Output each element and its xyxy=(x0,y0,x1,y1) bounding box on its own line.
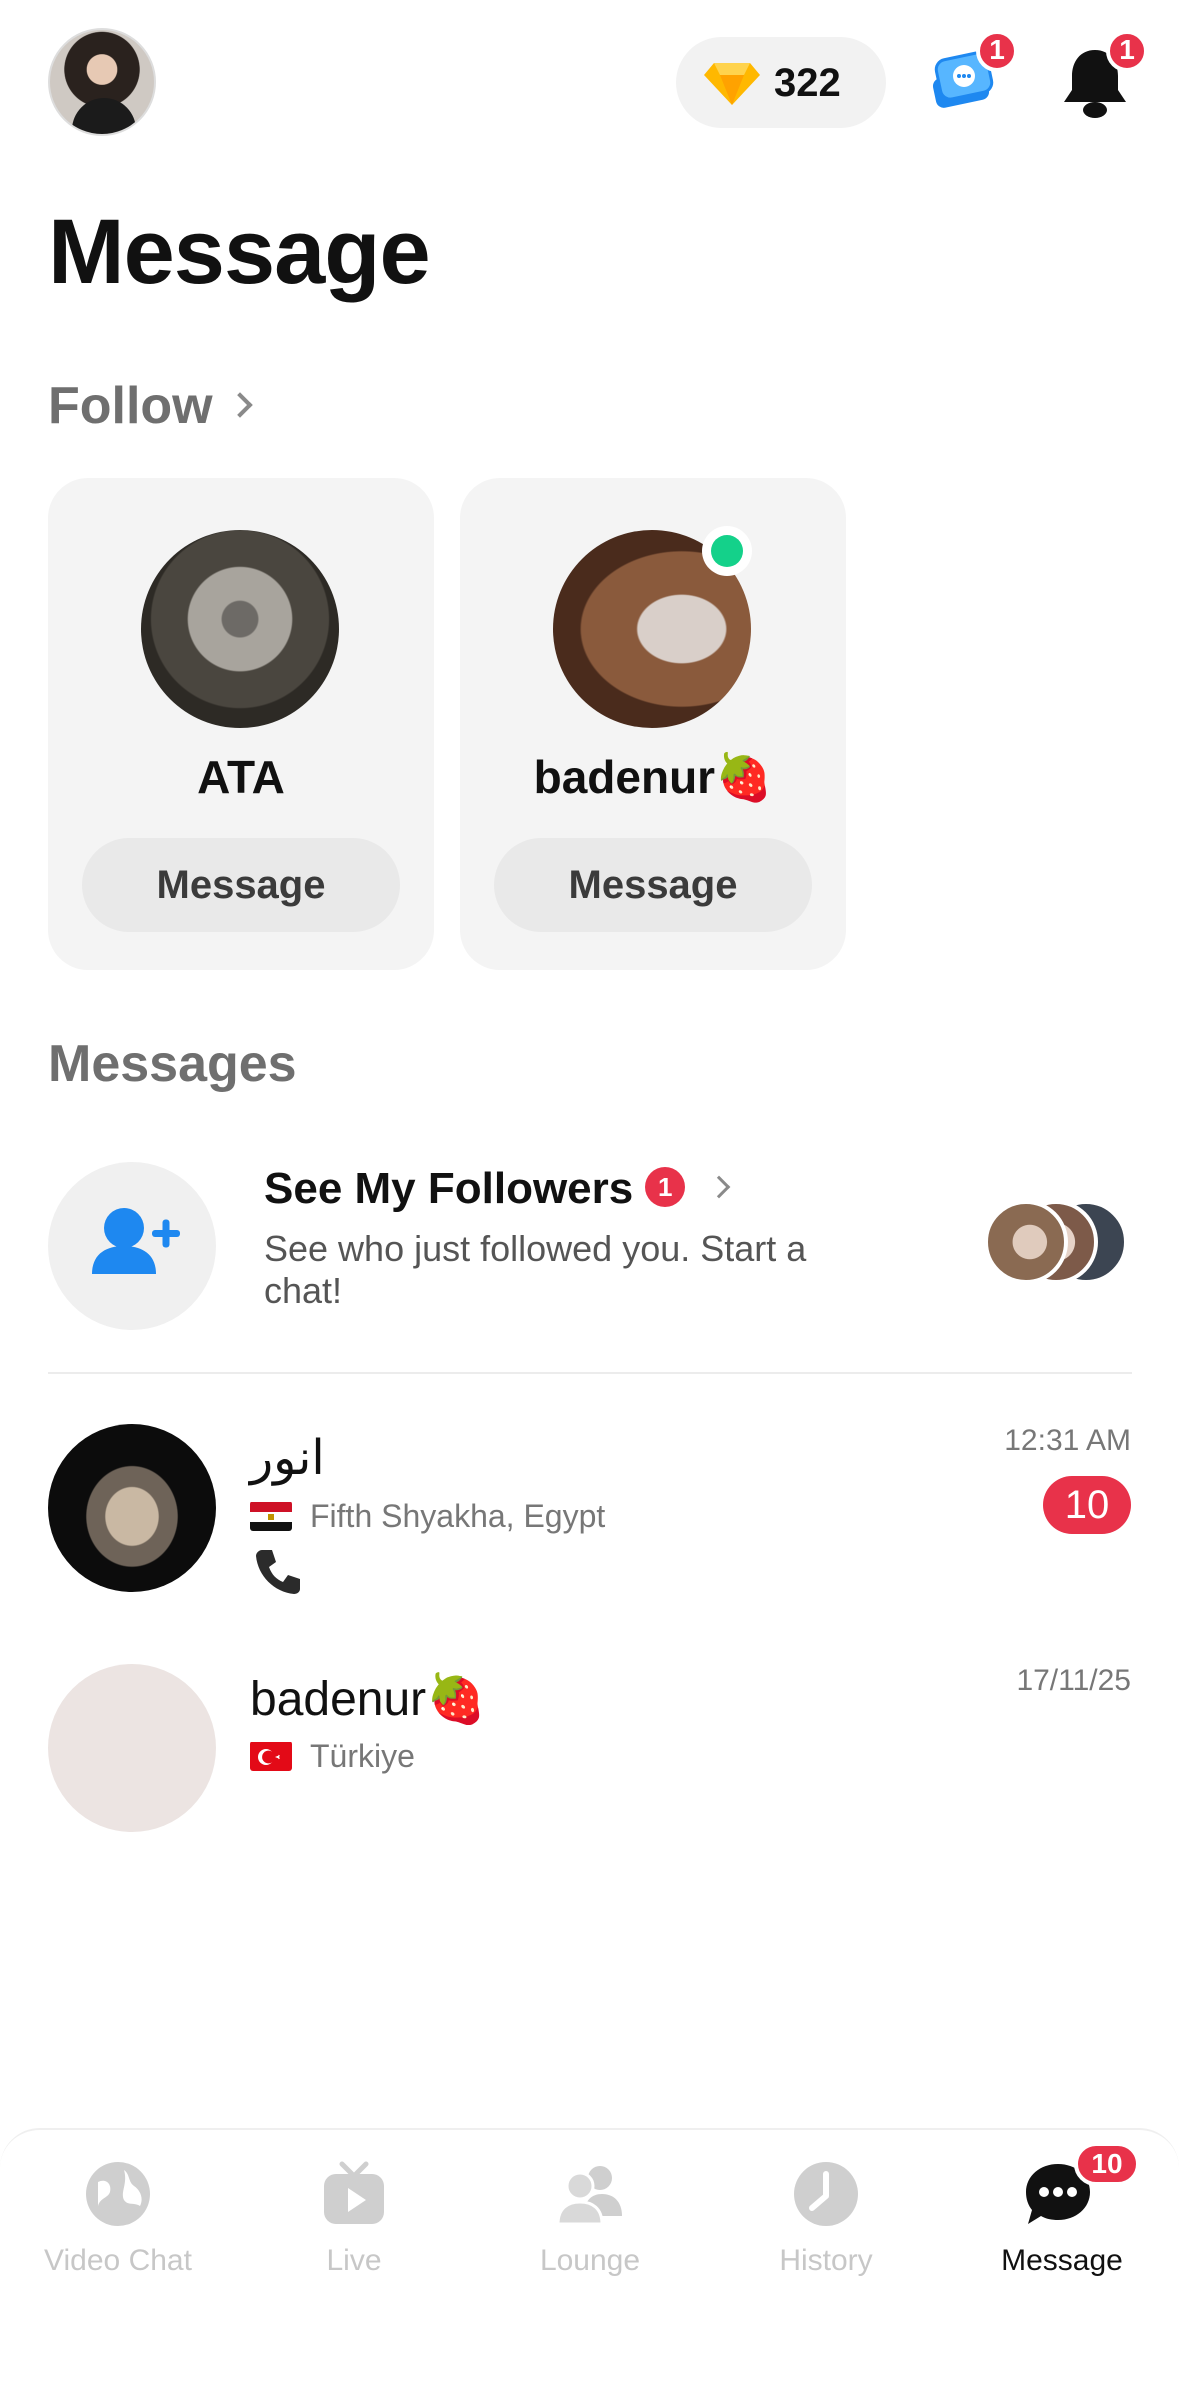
chat-requests-badge: 1 xyxy=(976,30,1018,72)
see-followers-title: See My Followers 1 xyxy=(264,1164,731,1214)
follow-heading-label: Follow xyxy=(48,377,213,435)
follow-card[interactable]: badenur🍓 Message xyxy=(460,478,846,970)
chat-avatar xyxy=(48,1664,216,1832)
message-button[interactable]: Message xyxy=(494,838,812,932)
chat-location: Fifth Shyakha, Egypt xyxy=(250,1496,605,1536)
tab-label: Message xyxy=(1001,2244,1123,2277)
follow-name: badenur🍓 xyxy=(533,751,773,803)
chat-name: انور xyxy=(250,1432,325,1485)
follow-name: ATA xyxy=(197,751,285,803)
chevron-right-icon xyxy=(707,1176,731,1199)
chat-time: 17/11/25 xyxy=(1016,1664,1131,1697)
chat-row[interactable]: badenur🍓 Türkiye 17/11/25 xyxy=(0,1664,1179,1864)
people-icon xyxy=(556,2166,622,2226)
notifications-button[interactable]: 1 xyxy=(1060,30,1148,120)
gem-balance-pill[interactable]: 322 xyxy=(676,37,886,128)
chat-avatar xyxy=(48,1424,216,1592)
tab-video-chat[interactable]: Video Chat xyxy=(0,2160,236,2300)
chat-requests-button[interactable]: 1 xyxy=(928,30,1018,114)
tab-label: History xyxy=(779,2244,873,2277)
unread-count-badge: 10 xyxy=(1043,1476,1131,1534)
followers-badge: 1 xyxy=(645,1167,686,1208)
gem-count: 322 xyxy=(774,61,841,105)
message-tab-badge: 10 xyxy=(1074,2142,1140,2186)
tab-live[interactable]: Live xyxy=(236,2160,472,2300)
chat-time: 12:31 AM xyxy=(1004,1424,1131,1457)
chat-location: Türkiye xyxy=(250,1736,415,1776)
tab-label: Lounge xyxy=(539,2244,641,2277)
page-title: Message xyxy=(48,201,431,303)
messages-heading: Messages xyxy=(48,1035,297,1093)
globe-icon xyxy=(86,2162,150,2226)
chat-location-text: Türkiye xyxy=(310,1738,415,1774)
tab-label: Live xyxy=(326,2244,382,2277)
divider xyxy=(48,1372,1132,1374)
turkey-flag-icon xyxy=(250,1741,292,1771)
see-followers-label: See My Followers xyxy=(264,1164,634,1213)
follow-avatar xyxy=(141,530,339,728)
see-followers-row[interactable]: See My Followers 1 See who just followed … xyxy=(0,1150,1179,1350)
follow-heading[interactable]: Follow xyxy=(48,376,253,436)
follower-avatar xyxy=(984,1200,1068,1284)
top-bar: 322 1 1 xyxy=(0,0,1179,170)
profile-avatar[interactable] xyxy=(48,28,156,136)
chat-name: badenur🍓 xyxy=(250,1673,486,1726)
tab-label: Video Chat xyxy=(44,2244,192,2277)
clock-icon xyxy=(794,2162,858,2226)
tab-message[interactable]: 10 Message xyxy=(944,2142,1179,2300)
chat-location-text: Fifth Shyakha, Egypt xyxy=(310,1498,606,1534)
tab-lounge[interactable]: Lounge xyxy=(472,2160,708,2300)
tab-history[interactable]: History xyxy=(708,2160,944,2300)
chat-row[interactable]: انور Fifth Shyakha, Egypt 12:31 AM 10 xyxy=(0,1424,1179,1624)
bottom-tab-bar: Video Chat Live Lounge History 10 Messag… xyxy=(0,2128,1179,2396)
egypt-flag-icon xyxy=(250,1501,292,1531)
message-button[interactable]: Message xyxy=(82,838,400,932)
chevron-right-icon xyxy=(226,392,253,418)
tv-icon xyxy=(324,2161,384,2224)
online-status-dot xyxy=(702,526,752,576)
see-followers-subtitle: See who just followed you. Start a chat! xyxy=(264,1228,807,1311)
add-user-icon xyxy=(48,1162,216,1330)
follower-avatar-stack xyxy=(984,1200,1134,1284)
diamond-icon xyxy=(704,63,760,105)
notifications-badge: 1 xyxy=(1106,30,1148,72)
follow-card[interactable]: ATA Message xyxy=(48,478,434,970)
phone-icon xyxy=(256,1550,300,1594)
